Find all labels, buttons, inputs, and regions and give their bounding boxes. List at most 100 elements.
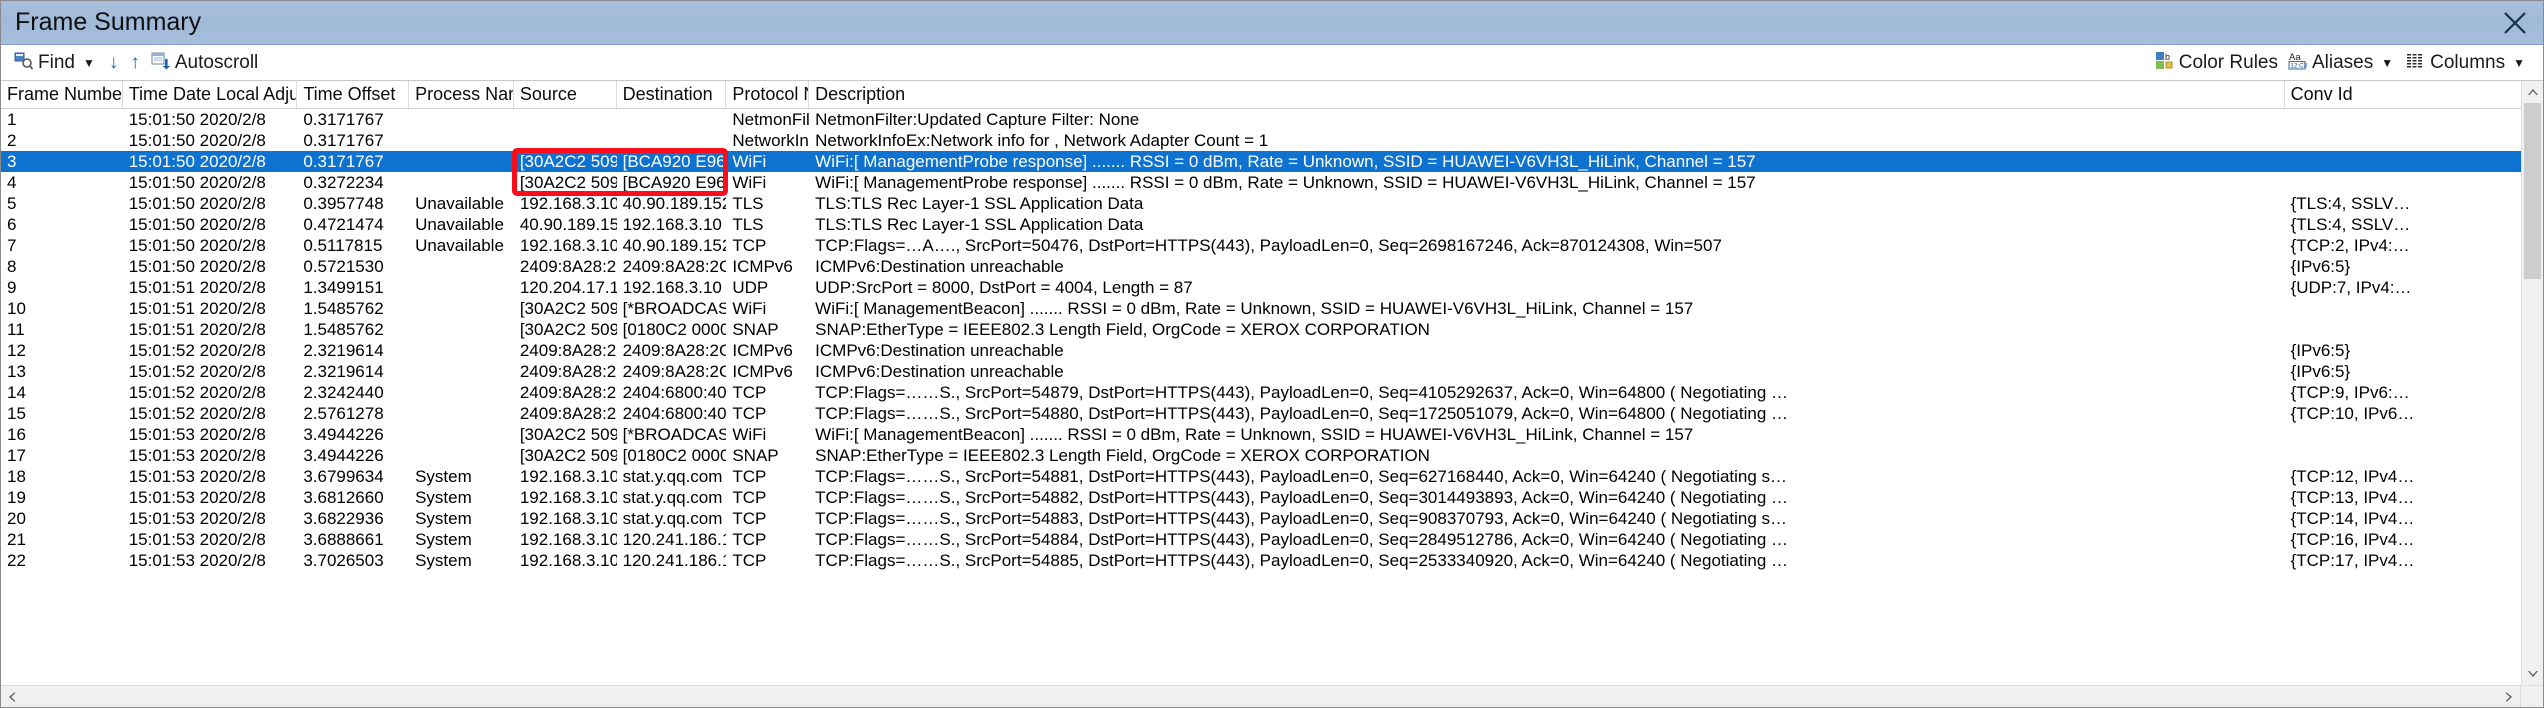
color-rules-icon: b — [2155, 51, 2174, 75]
table-row[interactable]: 20 15:01:53 2020/2/8 3.6822936 System 192.16… — [1, 508, 2521, 529]
chevron-down-icon[interactable]: ▼ — [2513, 57, 2525, 69]
cell-frame-number: 8 — [7, 257, 17, 276]
horizontal-scrollbar[interactable] — [1, 685, 2543, 707]
table-row[interactable]: 8 15:01:50 2020/2/8 0.5721530 2409:8A28:2C2… — [1, 256, 2521, 277]
column-header-destination[interactable]: Destination — [617, 81, 727, 108]
color-rules-button[interactable]: b Color Rules — [2150, 49, 2283, 77]
table-row[interactable]: 10 15:01:51 2020/2/8 1.5485762 [30A2C2 5098… — [1, 298, 2521, 319]
cell-time-offset: 3.6822936 — [303, 509, 384, 528]
cell-description: NetworkInfoEx:Network info for , Network… — [815, 131, 1269, 150]
svg-text:12:C3: 12:C3 — [2290, 62, 2307, 69]
cell-time-date: 15:01:53 2020/2/8 — [128, 425, 266, 444]
cell-process-name — [409, 403, 514, 424]
column-header-process-name[interactable]: Process Name — [409, 81, 514, 108]
table-row[interactable]: 16 15:01:53 2020/2/8 3.4944226 [30A2C2 5098… — [1, 424, 2521, 445]
cell-frame-number: 18 — [7, 467, 26, 486]
columns-button[interactable]: Columns ▼ — [2401, 49, 2533, 77]
cell-process-name — [409, 130, 514, 151]
cell-source: 192.168.3.10 — [519, 236, 617, 255]
cell-destination: 2409:8A28:2C2… — [622, 257, 727, 276]
table-row[interactable]: 3 15:01:50 2020/2/8 0.3171767 [30A2C2 50987… — [1, 151, 2521, 172]
cell-time-date: 15:01:53 2020/2/8 — [128, 551, 266, 570]
vertical-scroll-thumb[interactable] — [2524, 103, 2541, 279]
cell-protocol-name: TCP — [732, 467, 767, 486]
table-row[interactable]: 7 15:01:50 2020/2/8 0.5117815 Unavailable 19… — [1, 235, 2521, 256]
horizontal-scroll-track[interactable] — [23, 686, 2498, 707]
cell-time-offset: 0.5117815 — [303, 236, 383, 255]
cell-time-date: 15:01:50 2020/2/8 — [128, 173, 266, 192]
cell-destination: 2404:6800:4012… — [622, 404, 727, 423]
column-header-protocol-name[interactable]: Protocol Name — [726, 81, 810, 108]
cell-frame-number: 11 — [7, 320, 25, 339]
cell-conv-id: {TLS:4, SSLV… — [2290, 194, 2411, 213]
cell-source: 2409:8A28:2C2… — [519, 341, 617, 360]
cell-process-name — [409, 382, 514, 403]
cell-time-date: 15:01:53 2020/2/8 — [128, 509, 266, 528]
find-button[interactable]: Find ▼ — [9, 49, 103, 77]
cell-process-name — [409, 151, 514, 172]
cell-source: [30A2C2 509878] — [519, 152, 617, 171]
scroll-right-button[interactable] — [2498, 686, 2520, 707]
cell-time-date: 15:01:52 2020/2/8 — [128, 404, 266, 423]
table-row[interactable]: 2 15:01:50 2020/2/8 0.3171767 NetworkInfoEx… — [1, 130, 2521, 151]
cell-conv-id — [2285, 109, 2521, 130]
cell-description: TCP:Flags=……S., SrcPort=54885, DstPort=H… — [815, 551, 1789, 570]
cell-process-name: System — [415, 509, 472, 528]
table-row[interactable]: 5 15:01:50 2020/2/8 0.3957748 Unavailable 19… — [1, 193, 2521, 214]
vertical-scroll-track[interactable] — [2522, 103, 2543, 663]
cell-destination: 2404:6800:4012… — [622, 383, 727, 402]
cell-process-name — [409, 172, 514, 193]
table-row[interactable]: 9 15:01:51 2020/2/8 1.3499151 120.204.17.12… — [1, 277, 2521, 298]
column-header-description[interactable]: Description — [809, 81, 2285, 108]
vertical-scrollbar[interactable] — [2521, 81, 2543, 685]
table-row[interactable]: 18 15:01:53 2020/2/8 3.6799634 System 192.16… — [1, 466, 2521, 487]
autoscroll-button[interactable]: Autoscroll — [146, 49, 263, 77]
cell-protocol-name: TCP — [732, 236, 767, 255]
cell-time-offset: 3.4944226 — [303, 425, 384, 444]
cell-source: 192.168.3.10 — [519, 509, 617, 528]
table-row[interactable]: 14 15:01:52 2020/2/8 2.3242440 2409:8A28:2C… — [1, 382, 2521, 403]
cell-protocol-name: TCP — [732, 530, 767, 549]
column-header-frame-number[interactable]: Frame Number — [1, 81, 123, 108]
find-previous-button[interactable]: ↑ — [124, 53, 146, 72]
table-row[interactable]: 21 15:01:53 2020/2/8 3.6888661 System 192.16… — [1, 529, 2521, 550]
cell-time-offset: 3.6888661 — [303, 530, 384, 549]
table-row[interactable]: 15 15:01:52 2020/2/8 2.5761278 2409:8A28:2C… — [1, 403, 2521, 424]
table-row[interactable]: 12 15:01:52 2020/2/8 2.3219614 2409:8A28:2C… — [1, 340, 2521, 361]
color-rules-label: Color Rules — [2178, 52, 2278, 73]
table-row[interactable]: 1 15:01:50 2020/2/8 0.3171767 NetmonFilter N… — [1, 109, 2521, 130]
column-header-time-offset[interactable]: Time Offset — [297, 81, 410, 108]
aliases-button[interactable]: Aa 12:C3 Aliases ▼ — [2283, 49, 2401, 77]
cell-description: SNAP:EtherType = IEEE802.3 Length Field,… — [815, 320, 1430, 339]
table-row[interactable]: 17 15:01:53 2020/2/8 3.4944226 [30A2C2 5098… — [1, 445, 2521, 466]
cell-time-date: 15:01:50 2020/2/8 — [128, 194, 266, 213]
close-icon[interactable] — [2495, 3, 2535, 43]
scroll-down-button[interactable] — [2522, 663, 2543, 685]
column-header-source[interactable]: Source — [514, 81, 617, 108]
cell-source: 2409:8A28:2C2… — [519, 257, 617, 276]
cell-protocol-name: TLS — [732, 215, 764, 234]
table-row[interactable]: 11 15:01:51 2020/2/8 1.5485762 [30A2C2 5098… — [1, 319, 2521, 340]
scroll-left-button[interactable] — [1, 686, 23, 707]
cell-protocol-name: TCP — [732, 488, 767, 507]
cell-time-offset: 3.7026503 — [303, 551, 384, 570]
cell-time-offset: 3.6799634 — [303, 467, 384, 486]
cell-process-name: System — [415, 467, 472, 486]
table-row[interactable]: 13 15:01:52 2020/2/8 2.3219614 2409:8A28:2C… — [1, 361, 2521, 382]
cell-time-offset: 0.3171767 — [303, 131, 384, 150]
column-header-time-date[interactable]: Time Date Local Adjusted — [123, 81, 298, 108]
column-header-conv-id[interactable]: Conv Id — [2285, 81, 2521, 108]
table-row[interactable]: 19 15:01:53 2020/2/8 3.6812660 System 192.16… — [1, 487, 2521, 508]
table-row[interactable]: 6 15:01:50 2020/2/8 0.4721474 Unavailable 40… — [1, 214, 2521, 235]
cell-frame-number: 12 — [7, 341, 26, 360]
cell-conv-id — [2285, 172, 2521, 193]
cell-process-name — [409, 445, 514, 466]
find-next-button[interactable]: ↓ — [103, 53, 125, 72]
chevron-down-icon[interactable]: ▼ — [83, 57, 95, 69]
cell-description: ICMPv6:Destination unreachable — [815, 341, 1064, 360]
cell-conv-id: {UDP:7, IPv4:… — [2290, 278, 2412, 297]
scroll-up-button[interactable] — [2522, 81, 2543, 103]
chevron-down-icon[interactable]: ▼ — [2381, 57, 2393, 69]
table-row[interactable]: 22 15:01:53 2020/2/8 3.7026503 System 192.16… — [1, 550, 2521, 571]
table-row[interactable]: 4 15:01:50 2020/2/8 0.3272234 [30A2C2 50987… — [1, 172, 2521, 193]
